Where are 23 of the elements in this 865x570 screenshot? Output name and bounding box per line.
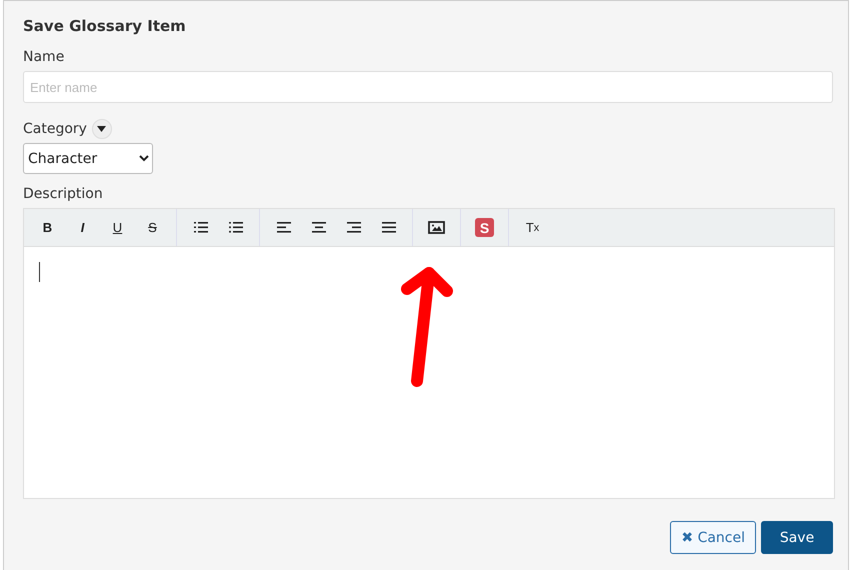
strike-button[interactable]: S: [135, 212, 170, 242]
dialog-title: Save Glossary Item: [23, 17, 187, 35]
caret-icon[interactable]: [92, 119, 112, 139]
align-center-icon: [312, 222, 326, 233]
image-icon: [428, 221, 445, 234]
plugin-button[interactable]: S: [467, 212, 502, 242]
cancel-button[interactable]: ✖ Cancel: [670, 521, 756, 554]
underline-button[interactable]: U: [100, 212, 135, 242]
badge-logo: S: [475, 218, 494, 237]
save-button[interactable]: Save: [761, 521, 833, 554]
align-right-icon: [346, 222, 360, 233]
align-justify-icon: [382, 222, 396, 233]
bold-button[interactable]: B: [30, 212, 65, 242]
align-left-icon: [276, 222, 290, 233]
bullet-list-icon: [228, 222, 242, 233]
field-label: Description: [23, 186, 104, 202]
name-field[interactable]: Enter name: [23, 71, 833, 103]
field-label: Name: [23, 49, 66, 65]
ordered-list-icon: [194, 222, 208, 233]
text-cursor: [39, 262, 40, 282]
field-label: Category: [23, 121, 87, 137]
category-select[interactable]: Character: [23, 143, 153, 174]
italic-button[interactable]: I: [65, 212, 100, 242]
